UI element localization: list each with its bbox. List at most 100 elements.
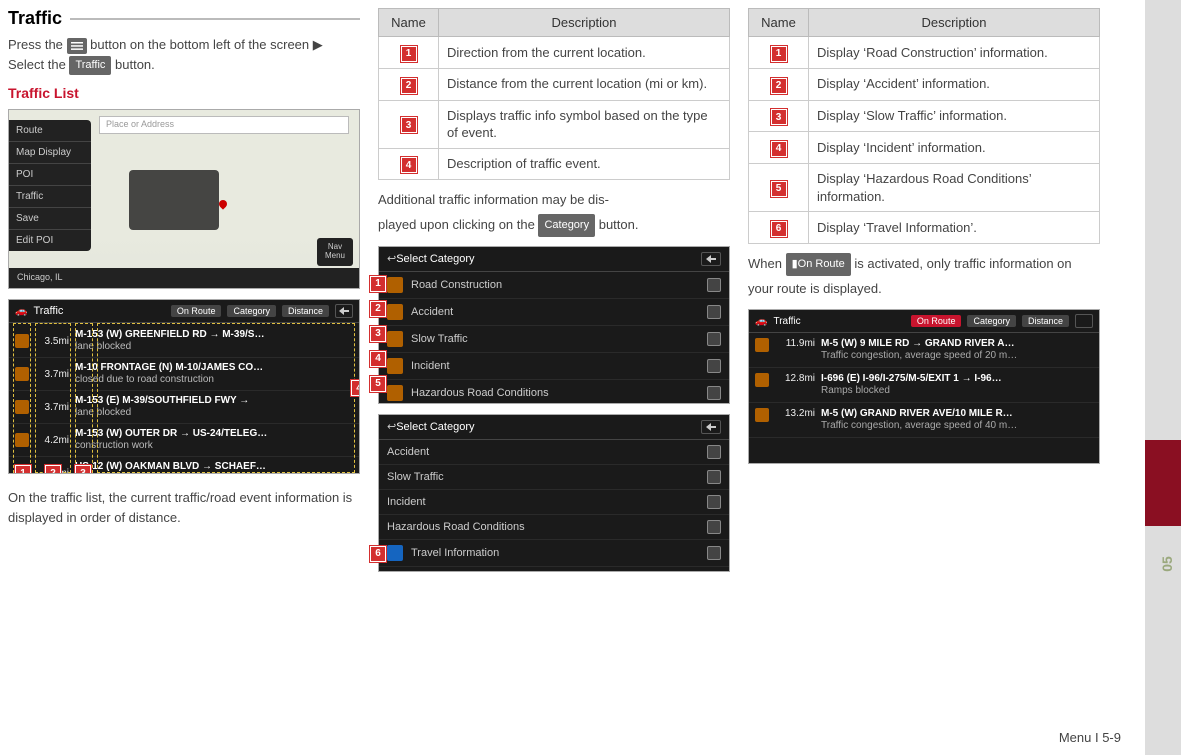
category-row[interactable]: Accident: [379, 299, 729, 326]
callout-3: 3: [401, 117, 417, 133]
sidebar-item-map-display[interactable]: Map Display: [9, 142, 91, 164]
travel-info-icon: [387, 545, 403, 561]
traffic-event-icon: [15, 367, 29, 381]
checkbox[interactable]: [707, 520, 721, 534]
search-input[interactable]: Place or Address: [99, 116, 349, 134]
desc-cell: Display ‘Slow Traffic’ information.: [809, 100, 1100, 132]
traffic-row[interactable]: 12.8mi I-696 (E) I-96/I-275/M-5/EXIT 1 →…: [749, 368, 1099, 403]
traffic-event-icon: [15, 433, 29, 447]
column-1: Traffic Press the button on the bottom l…: [8, 8, 360, 582]
desc-cell: Display ‘Incident’ information.: [809, 132, 1100, 164]
category-label: Accident: [411, 306, 453, 318]
back-icon[interactable]: [701, 252, 721, 266]
category-row[interactable]: Travel Information: [379, 540, 729, 567]
traffic-desc: M-153 (E) M-39/SOUTHFIELD FWY →lane bloc…: [75, 395, 353, 419]
side-tab: 05: [1145, 0, 1181, 755]
checkbox[interactable]: [707, 359, 721, 373]
sidebar-item-route[interactable]: Route: [9, 120, 91, 142]
category-row[interactable]: Hazardous Road Conditions: [379, 515, 729, 540]
map-location-label: Chicago, IL: [17, 272, 63, 284]
traffic-distance: 3.7mi: [35, 369, 69, 380]
on-route-pill-active[interactable]: On Route: [911, 315, 962, 327]
callout-2: 2: [370, 301, 386, 317]
back-icon[interactable]: [335, 304, 353, 318]
distance-pill[interactable]: Distance: [282, 305, 329, 317]
page-footer: Menu I 5-9: [1059, 730, 1121, 745]
traffic-header: Traffic: [773, 316, 800, 327]
traffic-row[interactable]: 4.2mi M-153 (W) OUTER DR → US-24/TELEG…c…: [9, 424, 359, 457]
checkbox[interactable]: [707, 546, 721, 560]
map-info-bubble: [129, 170, 219, 230]
side-tab-lower: 05: [1145, 526, 1181, 755]
category-label: Accident: [387, 446, 429, 458]
return-icon: ↩: [387, 420, 396, 433]
checkbox[interactable]: [707, 470, 721, 484]
traffic-row[interactable]: 3.7mi M-153 (E) M-39/SOUTHFIELD FWY →lan…: [9, 391, 359, 424]
traffic-row[interactable]: 13.2mi M-5 (W) GRAND RIVER AVE/10 MILE R…: [749, 403, 1099, 438]
text: played upon clicking on the: [378, 217, 538, 232]
category-row[interactable]: Road Construction: [379, 272, 729, 299]
desc-cell: Direction from the current location.: [439, 37, 730, 69]
select-category-screenshot-2: ↩ Select Category Accident Slow Traffic …: [378, 414, 730, 572]
category-row[interactable]: Slow Traffic: [379, 465, 729, 490]
category-pill[interactable]: Category: [227, 305, 276, 317]
traffic-chip: Traffic: [69, 56, 111, 75]
nav-menu-button[interactable]: Nav Menu: [317, 238, 353, 266]
traffic-distance: 13.2mi: [775, 408, 815, 432]
checkbox[interactable]: [707, 495, 721, 509]
text: Select the: [8, 57, 69, 72]
hazard-icon: [387, 385, 403, 401]
callout-4: 4: [401, 157, 417, 173]
callout-1: 1: [771, 46, 787, 62]
sidebar-item-traffic[interactable]: Traffic: [9, 186, 91, 208]
return-icon: ↩: [387, 252, 396, 265]
sidebar-item-poi[interactable]: POI: [9, 164, 91, 186]
traffic-desc: M-153 (W) OUTER DR → US-24/TELEG…constru…: [75, 428, 353, 452]
desc-cell: Distance from the current location (mi o…: [439, 68, 730, 100]
distance-pill[interactable]: Distance: [1022, 315, 1069, 327]
th-name: Name: [379, 9, 439, 37]
description-table-2: NameDescription 1Display ‘Road Construct…: [748, 8, 1100, 244]
text: button on the bottom left of the screen: [90, 37, 313, 52]
text: button.: [115, 57, 155, 72]
callout-2: 2: [45, 465, 61, 474]
traffic-desc: US-12 (W) OAKMAN BLVD → SCHAEF…traffic c…: [75, 461, 353, 474]
checkbox[interactable]: [707, 386, 721, 400]
checkbox[interactable]: [707, 305, 721, 319]
map-sidebar: Route Map Display POI Traffic Save Edit …: [9, 120, 91, 251]
car-icon: 🚗: [755, 316, 767, 327]
category-row[interactable]: Accident: [379, 440, 729, 465]
traffic-row[interactable]: 3.7mi M-10 FRONTAGE (N) M-10/JAMES CO…cl…: [9, 358, 359, 391]
select-category-header: Select Category: [396, 421, 474, 433]
column-2: NameDescription 1Direction from the curr…: [378, 8, 730, 582]
callout-5: 5: [771, 181, 787, 197]
category-row[interactable]: Slow Traffic: [379, 326, 729, 353]
select-category-screenshot-1: ↩ Select Category Road Construction Acci…: [378, 246, 730, 404]
map-footer: Chicago, IL: [9, 268, 359, 288]
sidebar-item-save[interactable]: Save: [9, 208, 91, 230]
sidebar-item-edit-poi[interactable]: Edit POI: [9, 230, 91, 251]
category-pill[interactable]: Category: [967, 315, 1016, 327]
category-label: Slow Traffic: [387, 471, 444, 483]
checkbox[interactable]: [707, 278, 721, 292]
category-label: Incident: [411, 360, 450, 372]
slow-traffic-icon: [387, 331, 403, 347]
checkbox[interactable]: [707, 332, 721, 346]
category-row[interactable]: Hazardous Road Conditions: [379, 380, 729, 404]
desc-cell: Description of traffic event.: [439, 148, 730, 180]
on-route-pill[interactable]: On Route: [171, 305, 222, 317]
category-row[interactable]: Incident: [379, 353, 729, 380]
back-icon[interactable]: [701, 420, 721, 434]
back-icon[interactable]: [1075, 314, 1093, 328]
desc-cell: Display ‘Hazardous Road Conditions’ info…: [809, 164, 1100, 212]
traffic-row[interactable]: 3.5mi M-153 (W) GREENFIELD RD → M-39/S…l…: [9, 325, 359, 358]
traffic-row[interactable]: 4.5mi US-12 (W) OAKMAN BLVD → SCHAEF…tra…: [9, 457, 359, 474]
side-tab-upper: [1145, 0, 1181, 440]
traffic-row[interactable]: 11.9mi M-5 (W) 9 MILE RD → GRAND RIVER A…: [749, 333, 1099, 368]
callout-4: 4: [351, 380, 360, 396]
callout-2: 2: [401, 78, 417, 94]
subsection-title: Traffic List: [8, 85, 360, 101]
checkbox[interactable]: [707, 445, 721, 459]
category-row[interactable]: Incident: [379, 490, 729, 515]
callout-2: 2: [771, 78, 787, 94]
